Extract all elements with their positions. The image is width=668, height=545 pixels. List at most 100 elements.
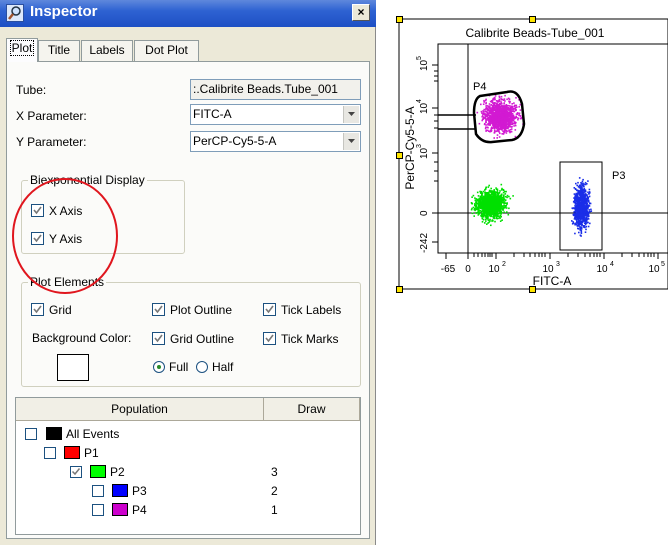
event-dot: [581, 196, 584, 198]
checkbox-box: [31, 232, 44, 245]
table-row[interactable]: All Events: [16, 427, 360, 443]
event-dot: [493, 131, 496, 134]
population-checkbox[interactable]: [92, 485, 104, 497]
event-dot: [494, 202, 497, 204]
event-dot: [500, 101, 503, 103]
title-bar[interactable]: Inspector ×: [0, 0, 376, 27]
event-dot: [575, 192, 577, 195]
population-draw-order: 3: [271, 465, 278, 479]
event-dot: [495, 104, 498, 106]
table-row[interactable]: P1: [16, 446, 360, 462]
checkbox-box: [31, 303, 44, 316]
checkbox-box: [263, 332, 276, 345]
x-tick-label: 10: [488, 264, 500, 275]
event-dot: [502, 126, 505, 129]
event-dot: [503, 98, 506, 100]
event-dot: [481, 118, 484, 120]
event-dot: [484, 99, 487, 102]
event-dot: [496, 201, 498, 203]
event-dot: [577, 198, 579, 200]
event-dot: [588, 209, 590, 211]
dot-plot-canvas: Calibrite Beads-Tube_001 -65 0 10 2 10 3…: [398, 18, 668, 290]
event-dot: [508, 98, 511, 100]
event-dot: [503, 202, 505, 204]
population-checkbox[interactable]: [92, 504, 104, 516]
table-row[interactable]: P2 3: [16, 465, 360, 481]
population-checkbox[interactable]: [44, 447, 56, 459]
resize-handle[interactable]: [529, 286, 536, 293]
event-dot: [509, 114, 511, 116]
event-dot: [480, 190, 483, 193]
background-color-swatch[interactable]: [57, 354, 89, 381]
event-dot: [493, 108, 496, 111]
event-dot: [581, 180, 584, 183]
table-row[interactable]: P4 1: [16, 503, 360, 519]
event-dot: [575, 197, 578, 200]
event-dot: [579, 213, 581, 215]
event-dot: [483, 214, 485, 217]
event-dot: [582, 225, 585, 227]
event-dot: [584, 223, 587, 226]
full-label: Full: [169, 360, 189, 374]
resize-handle[interactable]: [396, 152, 403, 159]
event-dot: [505, 112, 507, 114]
event-dot: [518, 114, 520, 117]
event-dot: [491, 199, 493, 202]
event-dot: [584, 215, 586, 217]
event-dot: [485, 126, 487, 128]
population-checkbox[interactable]: [25, 428, 37, 440]
event-dot: [582, 182, 584, 185]
tab-labels[interactable]: Labels: [81, 40, 133, 61]
event-dot: [583, 219, 585, 222]
tab-title[interactable]: Title: [38, 40, 80, 61]
event-dot: [492, 112, 495, 114]
draw-header[interactable]: Draw: [264, 398, 360, 421]
event-dot: [482, 205, 484, 207]
event-dot: [489, 218, 491, 221]
x-parameter-select[interactable]: FITC-A: [190, 104, 361, 125]
event-dot: [575, 201, 577, 203]
event-dot: [504, 100, 506, 102]
close-button[interactable]: ×: [352, 4, 370, 21]
population-header[interactable]: Population: [16, 398, 264, 421]
population-checkbox[interactable]: [70, 466, 82, 478]
event-dot: [500, 183, 503, 186]
chevron-down-icon[interactable]: [343, 133, 359, 150]
resize-handle[interactable]: [396, 16, 403, 23]
event-dot: [484, 116, 487, 119]
event-dot: [520, 117, 523, 120]
table-row[interactable]: P3 2: [16, 484, 360, 500]
event-dot: [505, 107, 507, 110]
event-dot: [576, 189, 578, 192]
dot-plot[interactable]: Calibrite Beads-Tube_001 -65 0 10 2 10 3…: [396, 16, 668, 293]
event-dot: [515, 97, 517, 99]
event-dot: [502, 191, 505, 194]
event-dot: [482, 210, 484, 212]
tab-dot-plot[interactable]: Dot Plot: [134, 40, 199, 61]
event-dot: [485, 129, 488, 132]
plot-outline-label: Plot Outline: [170, 303, 233, 317]
event-dot: [511, 103, 513, 105]
event-dot: [574, 213, 577, 215]
event-dot: [499, 112, 501, 115]
resize-handle[interactable]: [396, 286, 403, 293]
y-parameter-select[interactable]: PerCP-Cy5-5-A: [190, 131, 361, 152]
event-dot: [580, 230, 583, 232]
event-dot: [496, 128, 499, 131]
event-dot: [493, 102, 495, 104]
tube-field: :.Calibrite Beads.Tube_001: [190, 79, 361, 100]
tab-plot[interactable]: Plot: [6, 38, 38, 62]
resize-handle[interactable]: [529, 16, 536, 23]
event-dot: [585, 206, 587, 209]
event-dot: [578, 197, 581, 200]
event-dot: [579, 204, 582, 206]
event-dot: [498, 114, 500, 116]
chevron-down-icon[interactable]: [343, 106, 359, 123]
event-dot: [474, 201, 477, 203]
x-tick-label: 0: [465, 264, 471, 275]
event-dot: [587, 199, 590, 202]
event-dot: [501, 133, 503, 135]
tab-plot-label: Plot: [9, 40, 35, 56]
y-tick-label: 10: [419, 147, 430, 159]
event-dot: [587, 191, 589, 194]
